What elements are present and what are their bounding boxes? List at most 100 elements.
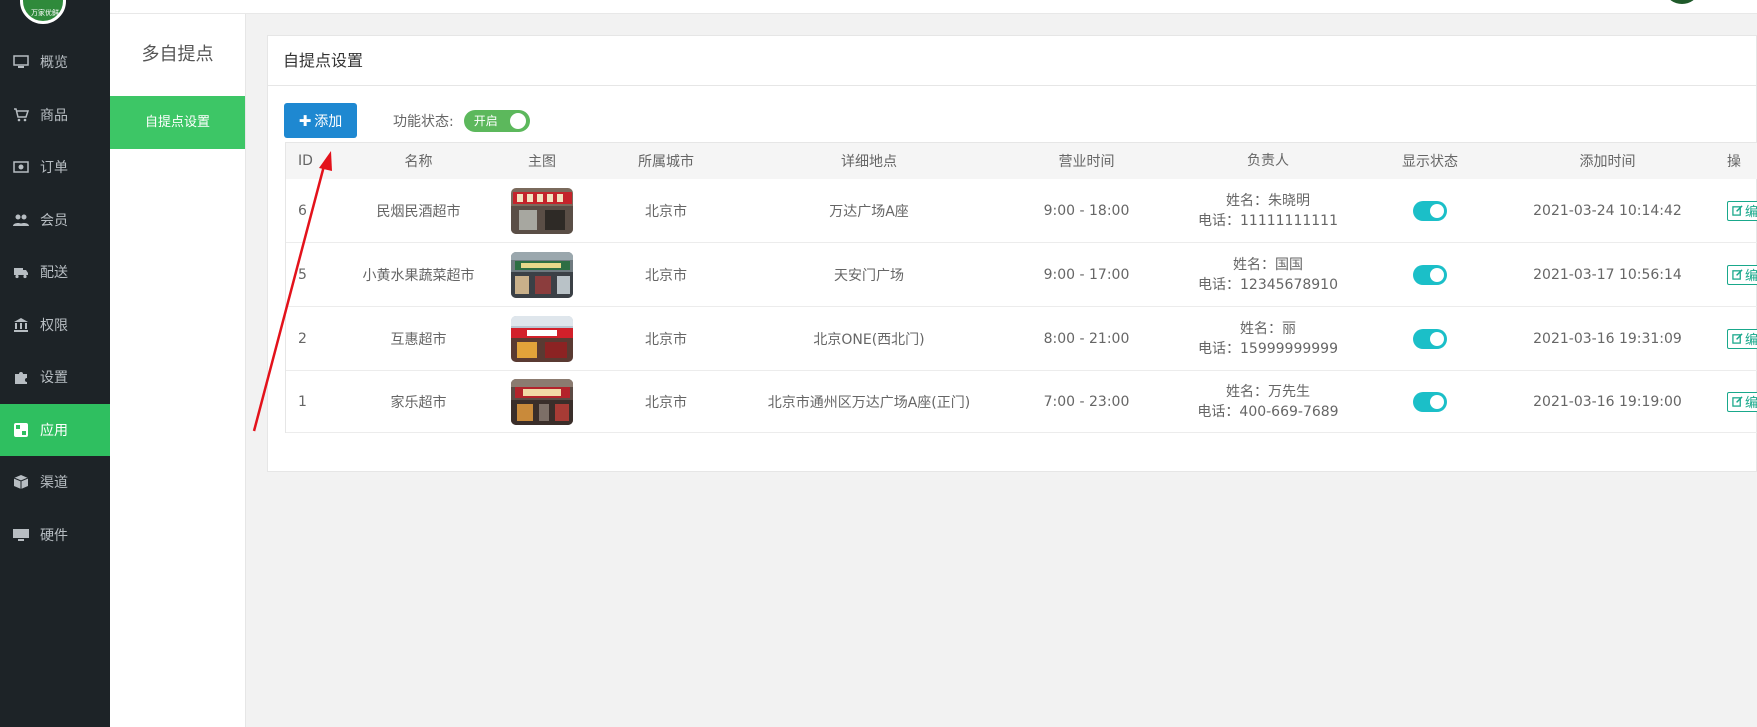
sidebar-item-label: 商品 — [40, 107, 68, 124]
cell-actions: 编辑 — [1697, 391, 1757, 412]
cell-image — [511, 251, 573, 298]
feature-status-switch[interactable]: 开启 — [463, 109, 530, 132]
desktop-icon — [12, 528, 30, 542]
sub-sidebar: 多自提点 自提点设置 — [110, 14, 246, 727]
edit-label: 编辑 — [1745, 205, 1757, 220]
app-logo[interactable]: 万家优鲜 — [20, 0, 66, 24]
sidebar-item-channels[interactable]: 渠道 — [0, 456, 110, 509]
store-thumbnail[interactable] — [511, 251, 573, 298]
users-icon — [12, 213, 30, 227]
owner-name: 姓名：国国 — [1233, 256, 1303, 273]
toolbar: ✚ 添加 功能状态: 开启 — [284, 103, 530, 138]
col-header[interactable]: 所属城市 — [573, 151, 759, 171]
sidebar-item-label: 设置 — [40, 370, 68, 387]
cell-visible — [1342, 200, 1518, 221]
owner-name: 姓名：朱晓明 — [1226, 192, 1310, 209]
visible-toggle[interactable] — [1413, 200, 1447, 221]
cell-id: 2 — [298, 330, 307, 347]
store-thumbnail[interactable] — [511, 378, 573, 425]
store-thumbnail[interactable] — [511, 187, 573, 234]
edit-button[interactable]: 编辑 — [1727, 328, 1757, 349]
sidebar-item-delivery[interactable]: 配送 — [0, 246, 110, 299]
col-header[interactable]: 名称 — [326, 151, 511, 171]
edit-button[interactable]: 编辑 — [1727, 200, 1757, 221]
pickup-points-table: ID 名称 主图 所属城市 详细地点 营业时间 负责人 显示状态 添加时间 操 … — [285, 142, 1757, 433]
visible-toggle[interactable] — [1413, 391, 1447, 412]
table-row: 1 家乐超市 北京市 北京市通州区万达广场A座(正门) 7:00 - 23:00… — [286, 371, 1757, 433]
subnav-title: 多自提点 — [141, 44, 214, 65]
edit-button[interactable]: 编辑 — [1727, 264, 1757, 285]
plus-icon: ✚ — [298, 111, 312, 130]
cell-added-time: 2021-03-24 10:14:42 — [1533, 202, 1682, 219]
col-header[interactable]: 显示状态 — [1342, 151, 1518, 171]
monitor-icon — [12, 55, 30, 69]
feature-status-label: 功能状态: — [393, 113, 454, 130]
cell-hours: 9:00 - 17:00 — [1043, 266, 1130, 283]
edit-icon — [1732, 333, 1743, 344]
sidebar-item-orders[interactable]: 订单 — [0, 141, 110, 194]
sidebar-item-label: 渠道 — [40, 475, 68, 492]
sidebar-item-settings[interactable]: 设置 — [0, 351, 110, 404]
store-thumbnail[interactable] — [511, 315, 573, 362]
sidebar-item-members[interactable]: 会员 — [0, 194, 110, 247]
col-header[interactable]: 主图 — [511, 151, 573, 171]
cell-name: 家乐超市 — [390, 394, 447, 411]
cell-city: 北京市 — [645, 267, 687, 284]
main-nav: 概览 商品 订单 会员 配送 权限 设置 应用 渠道 硬件 — [0, 36, 110, 561]
sidebar-item-permissions[interactable]: 权限 — [0, 299, 110, 352]
subnav-item-pickup-settings[interactable]: 自提点设置 — [110, 96, 245, 149]
money-icon — [12, 160, 30, 174]
edit-label: 编辑 — [1745, 333, 1757, 348]
edit-button[interactable]: 编辑 — [1727, 391, 1757, 412]
col-header[interactable]: 营业时间 — [979, 151, 1194, 171]
visible-toggle[interactable] — [1413, 264, 1447, 285]
cell-visible — [1342, 391, 1518, 412]
owner-phone: 电话：11111111111 — [1198, 212, 1338, 229]
cell-hours: 9:00 - 18:00 — [1043, 202, 1130, 219]
cell-actions: 编辑 — [1697, 264, 1757, 285]
cell-id: 6 — [298, 202, 307, 219]
col-header[interactable]: 操 — [1697, 151, 1757, 171]
visible-toggle[interactable] — [1413, 328, 1447, 349]
truck-icon — [12, 265, 30, 279]
owner-phone: 电话：12345678910 — [1198, 276, 1338, 293]
sidebar-item-label: 权限 — [40, 317, 68, 334]
cell-id: 5 — [298, 266, 307, 283]
sidebar-item-label: 会员 — [40, 212, 68, 229]
cell-city: 北京市 — [645, 331, 687, 348]
owner-name: 姓名：万先生 — [1226, 383, 1310, 400]
switch-label: 开启 — [473, 114, 498, 128]
table-header: ID 名称 主图 所属城市 详细地点 营业时间 负责人 显示状态 添加时间 操 — [286, 143, 1757, 179]
cell-owner: 姓名：朱晓明 电话：11111111111 — [1194, 191, 1342, 231]
cell-name: 小黄水果蔬菜超市 — [362, 267, 475, 284]
apps-icon — [12, 422, 30, 437]
cell-address: 天安门广场 — [834, 267, 904, 284]
sidebar-item-goods[interactable]: 商品 — [0, 89, 110, 142]
switch-knob — [509, 112, 526, 129]
cell-image — [511, 187, 573, 234]
sidebar-item-label: 配送 — [40, 265, 68, 282]
toggle-knob — [1430, 267, 1444, 282]
edit-label: 编辑 — [1745, 269, 1757, 284]
edit-icon — [1732, 205, 1743, 216]
cell-id: 1 — [298, 393, 307, 410]
sidebar-item-overview[interactable]: 概览 — [0, 36, 110, 89]
col-header[interactable]: 添加时间 — [1518, 151, 1697, 171]
cell-added-time: 2021-03-17 10:56:14 — [1533, 266, 1682, 283]
col-header[interactable]: 负责人 — [1194, 151, 1342, 171]
cell-added-time: 2021-03-16 19:19:00 — [1533, 393, 1682, 410]
cell-address: 万达广场A座 — [829, 203, 909, 220]
cell-visible — [1342, 264, 1518, 285]
add-button-label: 添加 — [314, 113, 343, 130]
add-button[interactable]: ✚ 添加 — [284, 103, 357, 138]
sidebar-item-apps[interactable]: 应用 — [0, 403, 110, 456]
user-avatar[interactable] — [1667, 0, 1697, 4]
col-header[interactable]: 详细地点 — [759, 151, 979, 171]
sidebar-item-hardware[interactable]: 硬件 — [0, 509, 110, 562]
toggle-knob — [1430, 331, 1444, 346]
bank-icon — [12, 317, 30, 332]
cell-name: 互惠超市 — [390, 331, 447, 348]
col-header[interactable]: ID — [286, 153, 326, 169]
sidebar-item-label: 订单 — [40, 160, 68, 177]
sidebar-item-label: 概览 — [40, 55, 68, 72]
